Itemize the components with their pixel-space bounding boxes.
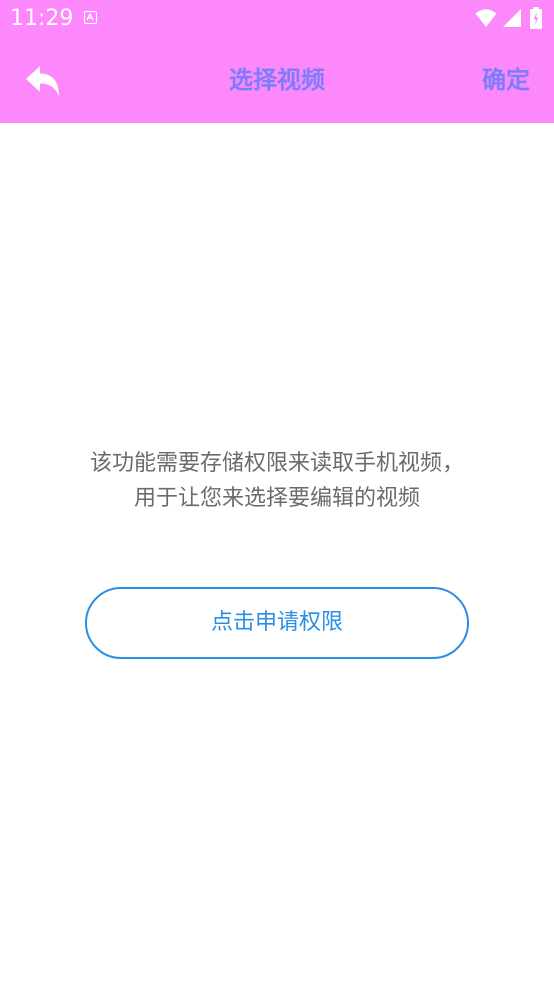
permission-message-line-2: 用于让您来选择要编辑的视频 xyxy=(133,486,420,511)
signal-icon xyxy=(502,8,522,32)
page-title: 选择视频 xyxy=(229,66,325,94)
confirm-button[interactable]: 确定 xyxy=(482,60,530,100)
app-header: 11:29 选择视频 确定 xyxy=(0,0,554,123)
notification-a-icon xyxy=(84,11,97,24)
status-time: 11:29 xyxy=(10,6,74,31)
wifi-icon xyxy=(475,8,497,32)
permission-message: 该功能需要存储权限来读取手机视频， 用于让您来选择要编辑的视频 xyxy=(27,446,527,516)
status-bar: 11:29 xyxy=(0,0,554,38)
toolbar: 选择视频 确定 xyxy=(0,38,554,123)
permission-message-line-1: 该功能需要存储权限来读取手机视频， xyxy=(89,451,464,476)
request-permission-button[interactable]: 点击申请权限 xyxy=(85,587,469,659)
battery-charging-icon xyxy=(530,7,542,33)
